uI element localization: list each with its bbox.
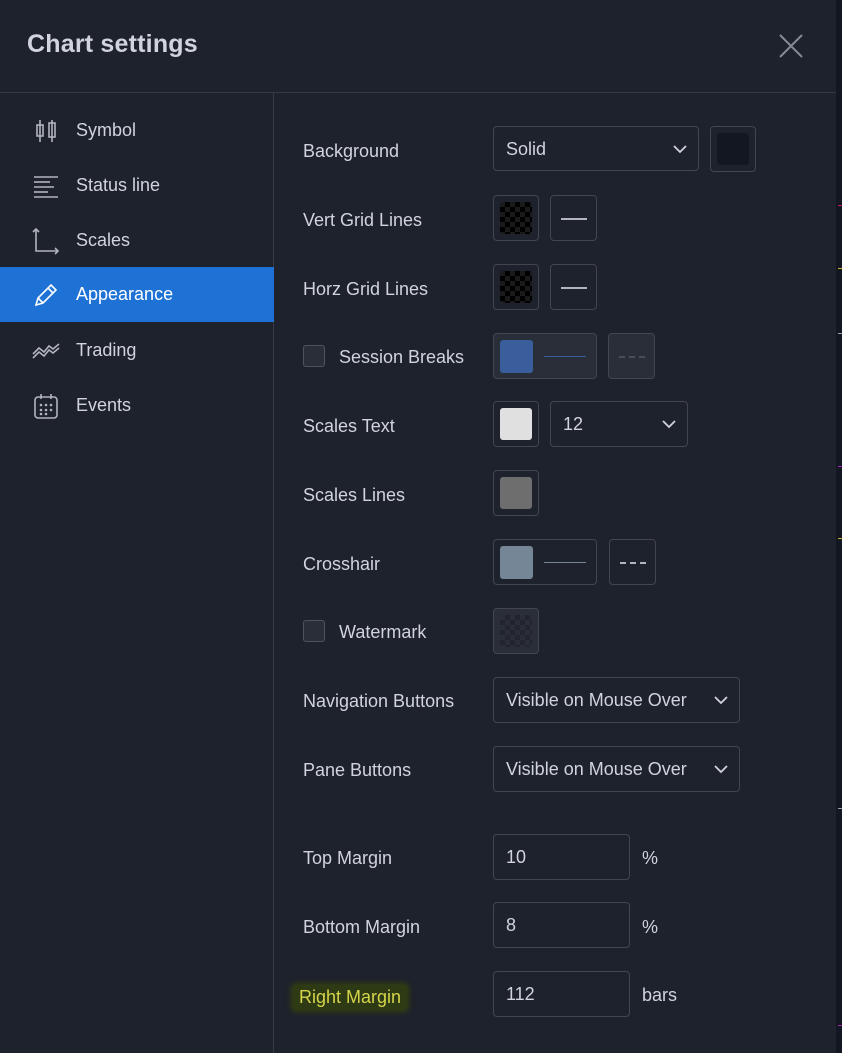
sidebar-item-status-line[interactable]: Status line	[0, 158, 274, 213]
background-label: Background	[303, 141, 400, 161]
close-icon	[779, 34, 803, 58]
dashed-line-icon	[620, 562, 646, 564]
line-preview	[544, 356, 586, 357]
scales-text-label: Scales Text	[303, 416, 395, 436]
sidebar-item-trading[interactable]: Trading	[0, 323, 274, 378]
navigation-buttons-select[interactable]: Visible on Mouse Over	[493, 677, 740, 723]
solid-line-icon	[561, 218, 587, 220]
background-color-swatch	[717, 133, 749, 165]
sidebar-item-label: Appearance	[76, 284, 174, 304]
pane-buttons-select[interactable]: Visible on Mouse Over	[493, 746, 740, 792]
scales-text-size-select[interactable]: 12	[550, 401, 688, 447]
chevron-down-icon	[714, 765, 728, 774]
scales-text-color-swatch	[500, 408, 532, 440]
appearance-panel: Background Solid Vert Grid Lines Horz Gr…	[275, 93, 836, 1053]
calendar-icon	[34, 394, 58, 419]
scales-text-color-button[interactable]	[493, 401, 539, 447]
sidebar-item-label: Status line	[76, 175, 161, 195]
background-color-button[interactable]	[710, 126, 756, 172]
session-breaks-color-button[interactable]	[493, 333, 597, 379]
watermark-label: Watermark	[339, 622, 427, 642]
top-margin-unit: %	[642, 848, 659, 868]
sidebar-item-scales[interactable]: Scales	[0, 213, 274, 268]
chevron-down-icon	[714, 696, 728, 705]
scales-lines-label: Scales Lines	[303, 485, 406, 505]
session-breaks-checkbox[interactable]	[303, 345, 325, 367]
session-breaks-label: Session Breaks	[339, 347, 465, 367]
scales-text-size-value: 12	[563, 414, 584, 434]
top-margin-label: Top Margin	[303, 848, 393, 868]
bottom-margin-label: Bottom Margin	[303, 917, 421, 937]
line-preview	[544, 562, 586, 563]
sidebar-item-symbol[interactable]: Symbol	[0, 103, 274, 158]
candlestick-icon	[36, 120, 56, 142]
close-button[interactable]	[776, 31, 806, 61]
horz-grid-color-button[interactable]	[493, 264, 539, 310]
crosshair-line-style-button[interactable]	[609, 539, 656, 585]
chevron-down-icon	[662, 420, 676, 429]
background-type-select[interactable]: Solid	[493, 126, 699, 171]
chart-settings-dialog: Chart settings Symbol Status line Scales…	[0, 0, 836, 1053]
settings-sidebar: Symbol Status line Scales Appearance Tra…	[0, 93, 274, 1053]
pencil-icon	[34, 283, 58, 307]
right-margin-input[interactable]	[493, 971, 630, 1017]
crosshair-label: Crosshair	[303, 554, 381, 574]
vert-grid-color-swatch	[500, 202, 532, 234]
chart-background-edge	[836, 0, 842, 1053]
navigation-buttons-value: Visible on Mouse Over	[506, 690, 687, 710]
navigation-buttons-label: Navigation Buttons	[303, 691, 455, 711]
horz-grid-label: Horz Grid Lines	[303, 279, 429, 299]
crosshair-color-swatch	[500, 546, 533, 579]
chevron-down-icon	[673, 145, 687, 154]
watermark-color-swatch	[500, 615, 532, 647]
vert-grid-color-button[interactable]	[493, 195, 539, 241]
dialog-title: Chart settings	[27, 30, 198, 58]
watermark-checkbox[interactable]	[303, 620, 325, 642]
solid-line-icon	[561, 287, 587, 289]
trading-icon	[32, 343, 60, 359]
dialog-header: Chart settings	[0, 0, 836, 93]
bottom-margin-unit: %	[642, 917, 659, 937]
pane-buttons-value: Visible on Mouse Over	[506, 759, 687, 779]
top-margin-input[interactable]	[493, 834, 630, 880]
right-margin-unit: bars	[642, 985, 678, 1005]
sidebar-item-label: Events	[76, 395, 132, 415]
status-line-icon	[34, 176, 58, 198]
background-type-value: Solid	[506, 139, 547, 159]
horz-grid-color-swatch	[500, 271, 532, 303]
vert-grid-line-style-button[interactable]	[550, 195, 597, 241]
bottom-margin-input[interactable]	[493, 902, 630, 948]
sidebar-item-appearance[interactable]: Appearance	[0, 267, 274, 322]
scales-lines-color-swatch	[500, 477, 532, 509]
horz-grid-line-style-button[interactable]	[550, 264, 597, 310]
scales-icon	[32, 227, 60, 255]
scales-lines-color-button[interactable]	[493, 470, 539, 516]
session-breaks-line-style-button[interactable]	[608, 333, 655, 379]
dashed-line-icon	[619, 356, 645, 358]
right-margin-label: Right Margin	[293, 985, 408, 1010]
sidebar-item-label: Trading	[76, 340, 137, 360]
sidebar-item-label: Symbol	[76, 120, 137, 140]
vert-grid-label: Vert Grid Lines	[303, 210, 423, 230]
watermark-color-button[interactable]	[493, 608, 539, 654]
crosshair-color-button[interactable]	[493, 539, 597, 585]
session-breaks-color-swatch	[500, 340, 533, 373]
pane-buttons-label: Pane Buttons	[303, 760, 412, 780]
sidebar-item-events[interactable]: Events	[0, 378, 274, 433]
sidebar-item-label: Scales	[76, 230, 131, 250]
